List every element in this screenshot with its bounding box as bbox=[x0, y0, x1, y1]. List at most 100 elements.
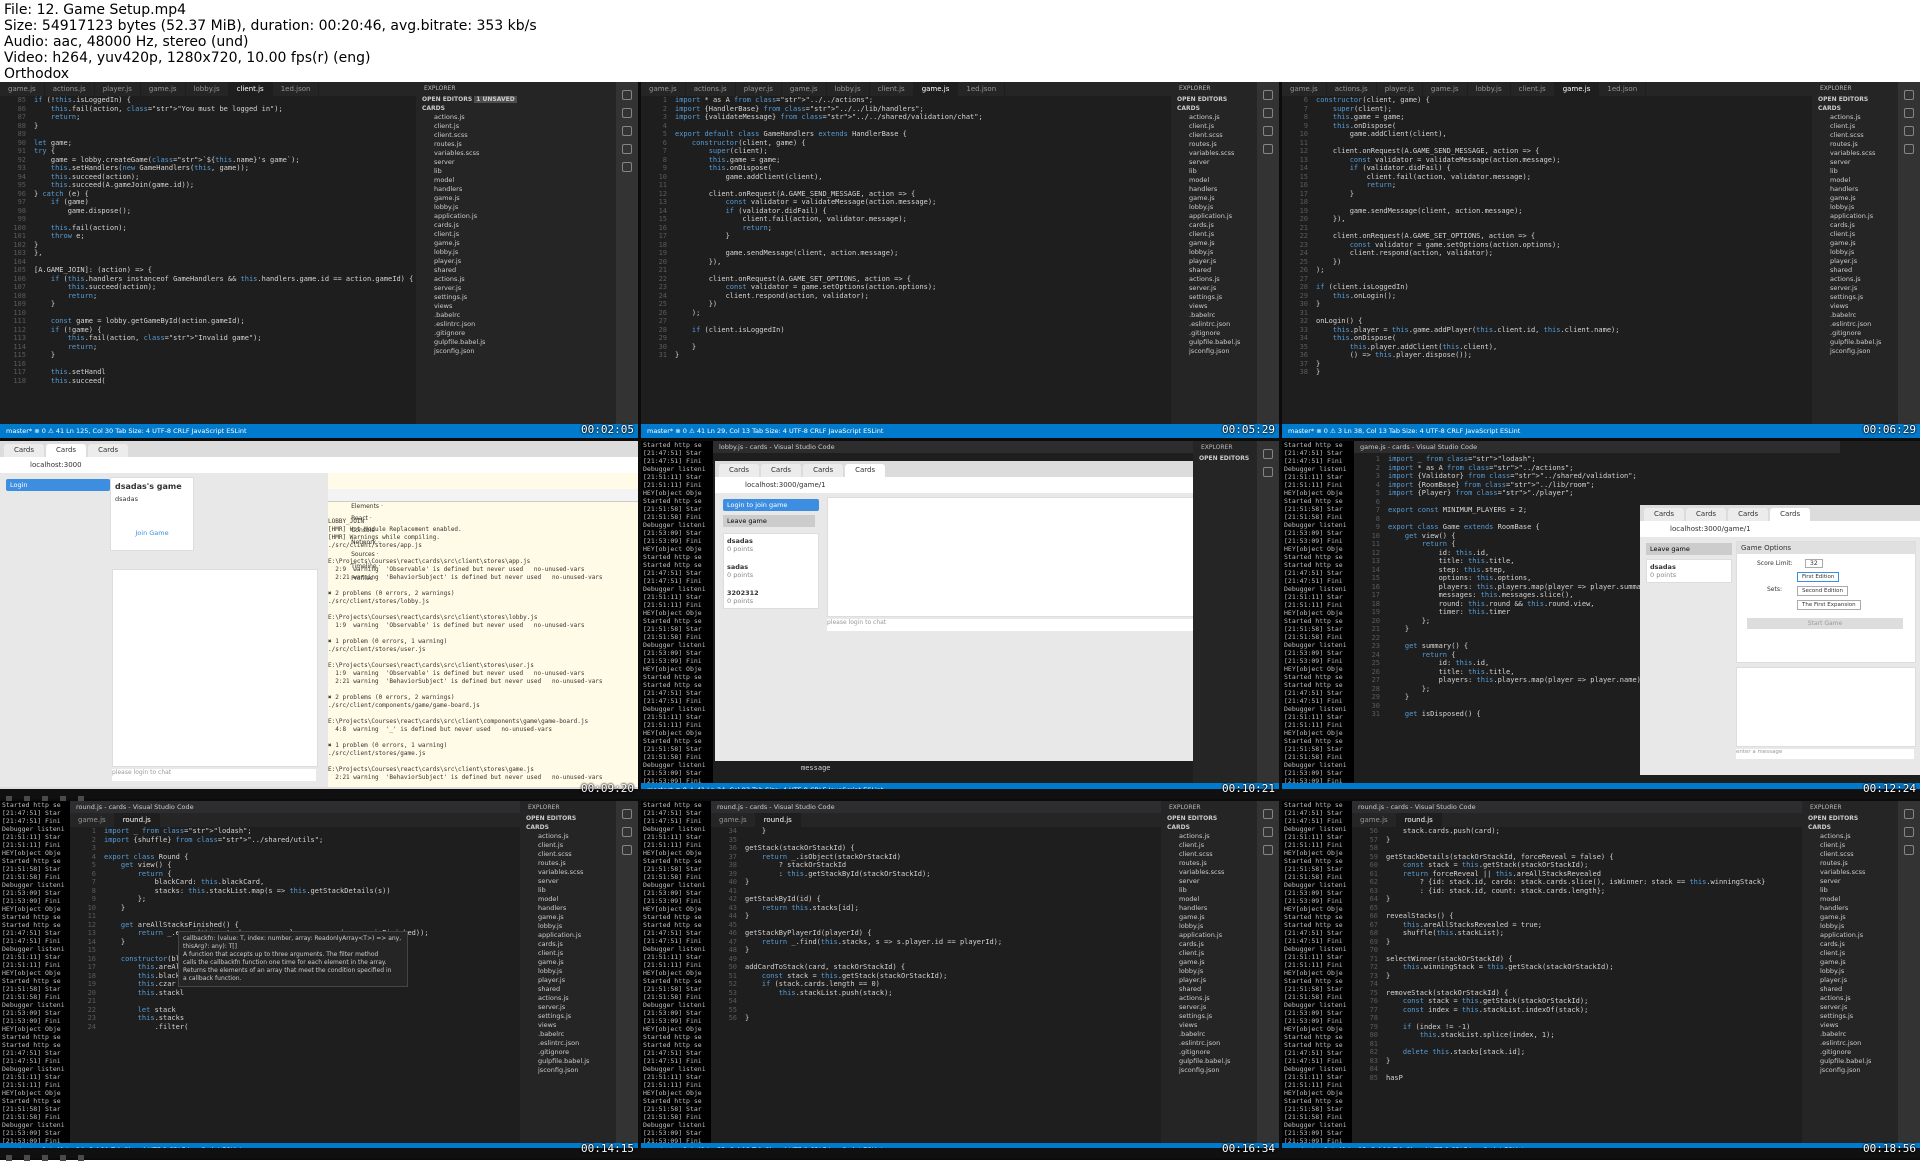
open-editors-section[interactable]: OPEN EDITORS bbox=[520, 814, 616, 823]
file-tree-item[interactable]: .eslintrc.json bbox=[1171, 320, 1257, 329]
editor-tab[interactable]: actions.js bbox=[1327, 82, 1377, 96]
file-tree-item[interactable]: settings.js bbox=[1171, 293, 1257, 302]
file-tree-item[interactable]: cards.js bbox=[520, 940, 616, 949]
file-tree[interactable]: actions.js client.js client.scss routes.js v… bbox=[1161, 832, 1257, 1075]
files-icon[interactable] bbox=[1904, 809, 1914, 819]
file-tree-item[interactable]: actions.js bbox=[520, 832, 616, 841]
file-tree-item[interactable]: lobby.js bbox=[1802, 922, 1898, 931]
editor-tab[interactable]: actions.js bbox=[45, 82, 95, 96]
file-tree-item[interactable]: server.js bbox=[1802, 1003, 1898, 1012]
editor-tab[interactable]: lobby.js bbox=[827, 82, 870, 96]
file-tree-item[interactable]: actions.js bbox=[1812, 113, 1898, 122]
file-tree-item[interactable]: actions.js bbox=[1161, 994, 1257, 1003]
terminal[interactable]: Started http se [21:47:51] Star [21:47:51]… bbox=[1282, 441, 1354, 797]
project-section[interactable]: CARDS bbox=[1812, 104, 1898, 113]
file-tree-item[interactable]: client.js bbox=[1161, 841, 1257, 850]
file-tree-item[interactable]: views bbox=[416, 302, 616, 311]
search-icon[interactable] bbox=[1904, 108, 1914, 118]
editor-tab[interactable]: player.js bbox=[736, 82, 782, 96]
file-tree-item[interactable]: server bbox=[416, 158, 616, 167]
editor-tab[interactable]: game.js bbox=[70, 813, 115, 827]
file-tree-item[interactable]: variables.scss bbox=[1802, 868, 1898, 877]
browser-tab[interactable]: Cards bbox=[46, 444, 87, 457]
file-tree-item[interactable]: lobby.js bbox=[1171, 248, 1257, 257]
files-icon[interactable] bbox=[622, 809, 632, 819]
file-tree-item[interactable]: player.js bbox=[1812, 257, 1898, 266]
login-button[interactable]: Login bbox=[6, 479, 110, 491]
file-tree-item[interactable]: actions.js bbox=[416, 275, 616, 284]
file-tree-item[interactable]: lobby.js bbox=[1812, 248, 1898, 257]
file-tree-item[interactable]: client.scss bbox=[1171, 131, 1257, 140]
file-tree-item[interactable]: .babelrc bbox=[520, 1030, 616, 1039]
file-tree-item[interactable]: client.scss bbox=[416, 131, 616, 140]
file-tree-item[interactable]: server bbox=[1171, 158, 1257, 167]
file-tree-item[interactable]: cards.js bbox=[1812, 221, 1898, 230]
file-tree-item[interactable]: game.js bbox=[1812, 239, 1898, 248]
search-icon[interactable] bbox=[1263, 467, 1273, 477]
editor-tab[interactable]: round.js bbox=[755, 813, 801, 827]
search-icon[interactable] bbox=[622, 827, 632, 837]
file-tree-item[interactable]: application.js bbox=[416, 212, 616, 221]
file-tree-item[interactable]: shared bbox=[1812, 266, 1898, 275]
file-tree-item[interactable]: .gitignore bbox=[1812, 329, 1898, 338]
git-icon[interactable] bbox=[1904, 126, 1914, 136]
browser-tab[interactable]: Cards bbox=[4, 444, 45, 457]
editor-tab[interactable]: game.js bbox=[782, 82, 827, 96]
file-tree-item[interactable]: player.js bbox=[520, 976, 616, 985]
file-tree-item[interactable]: game.js bbox=[1171, 239, 1257, 248]
set-option[interactable]: First Edition bbox=[1797, 572, 1840, 582]
file-tree-item[interactable]: game.js bbox=[1812, 194, 1898, 203]
editor-tab[interactable]: game.js bbox=[1423, 82, 1468, 96]
code-editor[interactable]: 85 if (!this.isLoggedIn) {86 this.fail(ac… bbox=[0, 96, 416, 424]
file-tree-item[interactable]: views bbox=[520, 1021, 616, 1030]
browser-tab[interactable]: Cards bbox=[1686, 508, 1727, 521]
file-tree-item[interactable]: gulpfile.babel.js bbox=[1812, 338, 1898, 347]
file-tree-item[interactable]: routes.js bbox=[1812, 140, 1898, 149]
file-tree-item[interactable]: server.js bbox=[1161, 1003, 1257, 1012]
devtools-tab[interactable]: Sources bbox=[351, 551, 375, 558]
file-tree-item[interactable]: model bbox=[416, 176, 616, 185]
file-tree-item[interactable]: client.js bbox=[1161, 949, 1257, 958]
file-tree-item[interactable]: actions.js bbox=[1802, 832, 1898, 841]
code-editor[interactable]: 56 stack.cards.push(card); 57} 58 59 getStac… bbox=[1352, 827, 1802, 1155]
file-tree-item[interactable]: player.js bbox=[1161, 976, 1257, 985]
files-icon[interactable] bbox=[1263, 90, 1273, 100]
file-tree-item[interactable]: handlers bbox=[1812, 185, 1898, 194]
project-section[interactable]: CARDS bbox=[1802, 823, 1898, 832]
file-tree-item[interactable]: server bbox=[1812, 158, 1898, 167]
browser-tab[interactable]: Cards bbox=[803, 464, 844, 477]
file-tree-item[interactable]: cards.js bbox=[1802, 940, 1898, 949]
join-game-link[interactable]: Join Game bbox=[115, 529, 189, 537]
devtools-tab[interactable]: Elements bbox=[351, 503, 379, 510]
app-icon[interactable] bbox=[42, 1155, 48, 1161]
file-tree-item[interactable]: .babelrc bbox=[1812, 311, 1898, 320]
file-tree-item[interactable]: gulpfile.babel.js bbox=[1161, 1057, 1257, 1066]
file-tree-item[interactable]: routes.js bbox=[1161, 859, 1257, 868]
file-tree-item[interactable]: shared bbox=[1802, 985, 1898, 994]
editor-tab[interactable]: player.js bbox=[95, 82, 141, 96]
browser-tab[interactable]: Cards bbox=[845, 464, 886, 477]
file-tree-item[interactable]: .gitignore bbox=[520, 1048, 616, 1057]
file-tree-item[interactable]: client.js bbox=[1812, 122, 1898, 131]
project-section[interactable]: CARDS bbox=[1171, 104, 1257, 113]
file-tree-item[interactable]: settings.js bbox=[1161, 1012, 1257, 1021]
file-tree-item[interactable]: application.js bbox=[1812, 212, 1898, 221]
open-editors-section[interactable]: OPEN EDITORS bbox=[1812, 95, 1898, 104]
file-tree-item[interactable]: jsconfig.json bbox=[416, 347, 616, 356]
file-tree-item[interactable]: .gitignore bbox=[1161, 1048, 1257, 1057]
file-tree-item[interactable]: .babelrc bbox=[1171, 311, 1257, 320]
editor-tab[interactable]: game.js bbox=[1282, 82, 1327, 96]
file-tree-item[interactable]: .eslintrc.json bbox=[1802, 1039, 1898, 1048]
file-tree-item[interactable]: model bbox=[1161, 895, 1257, 904]
editor-tab[interactable]: lobby.js bbox=[1468, 82, 1511, 96]
code-editor[interactable]: 1 import * as A from class="str">"../../a… bbox=[641, 96, 1171, 424]
editor-tab[interactable]: client.js bbox=[870, 82, 914, 96]
file-tree-item[interactable]: game.js bbox=[416, 239, 616, 248]
login-join-button[interactable]: Login to join game bbox=[723, 499, 819, 511]
file-tree-item[interactable]: jsconfig.json bbox=[1161, 1066, 1257, 1075]
file-tree[interactable]: actions.js client.js client.scss routes.js v… bbox=[1171, 113, 1257, 356]
file-tree-item[interactable]: views bbox=[1802, 1021, 1898, 1030]
address-bar[interactable]: localhost:3000 bbox=[0, 457, 638, 474]
file-tree-item[interactable]: model bbox=[1802, 895, 1898, 904]
editor-tab[interactable]: client.js bbox=[1511, 82, 1555, 96]
